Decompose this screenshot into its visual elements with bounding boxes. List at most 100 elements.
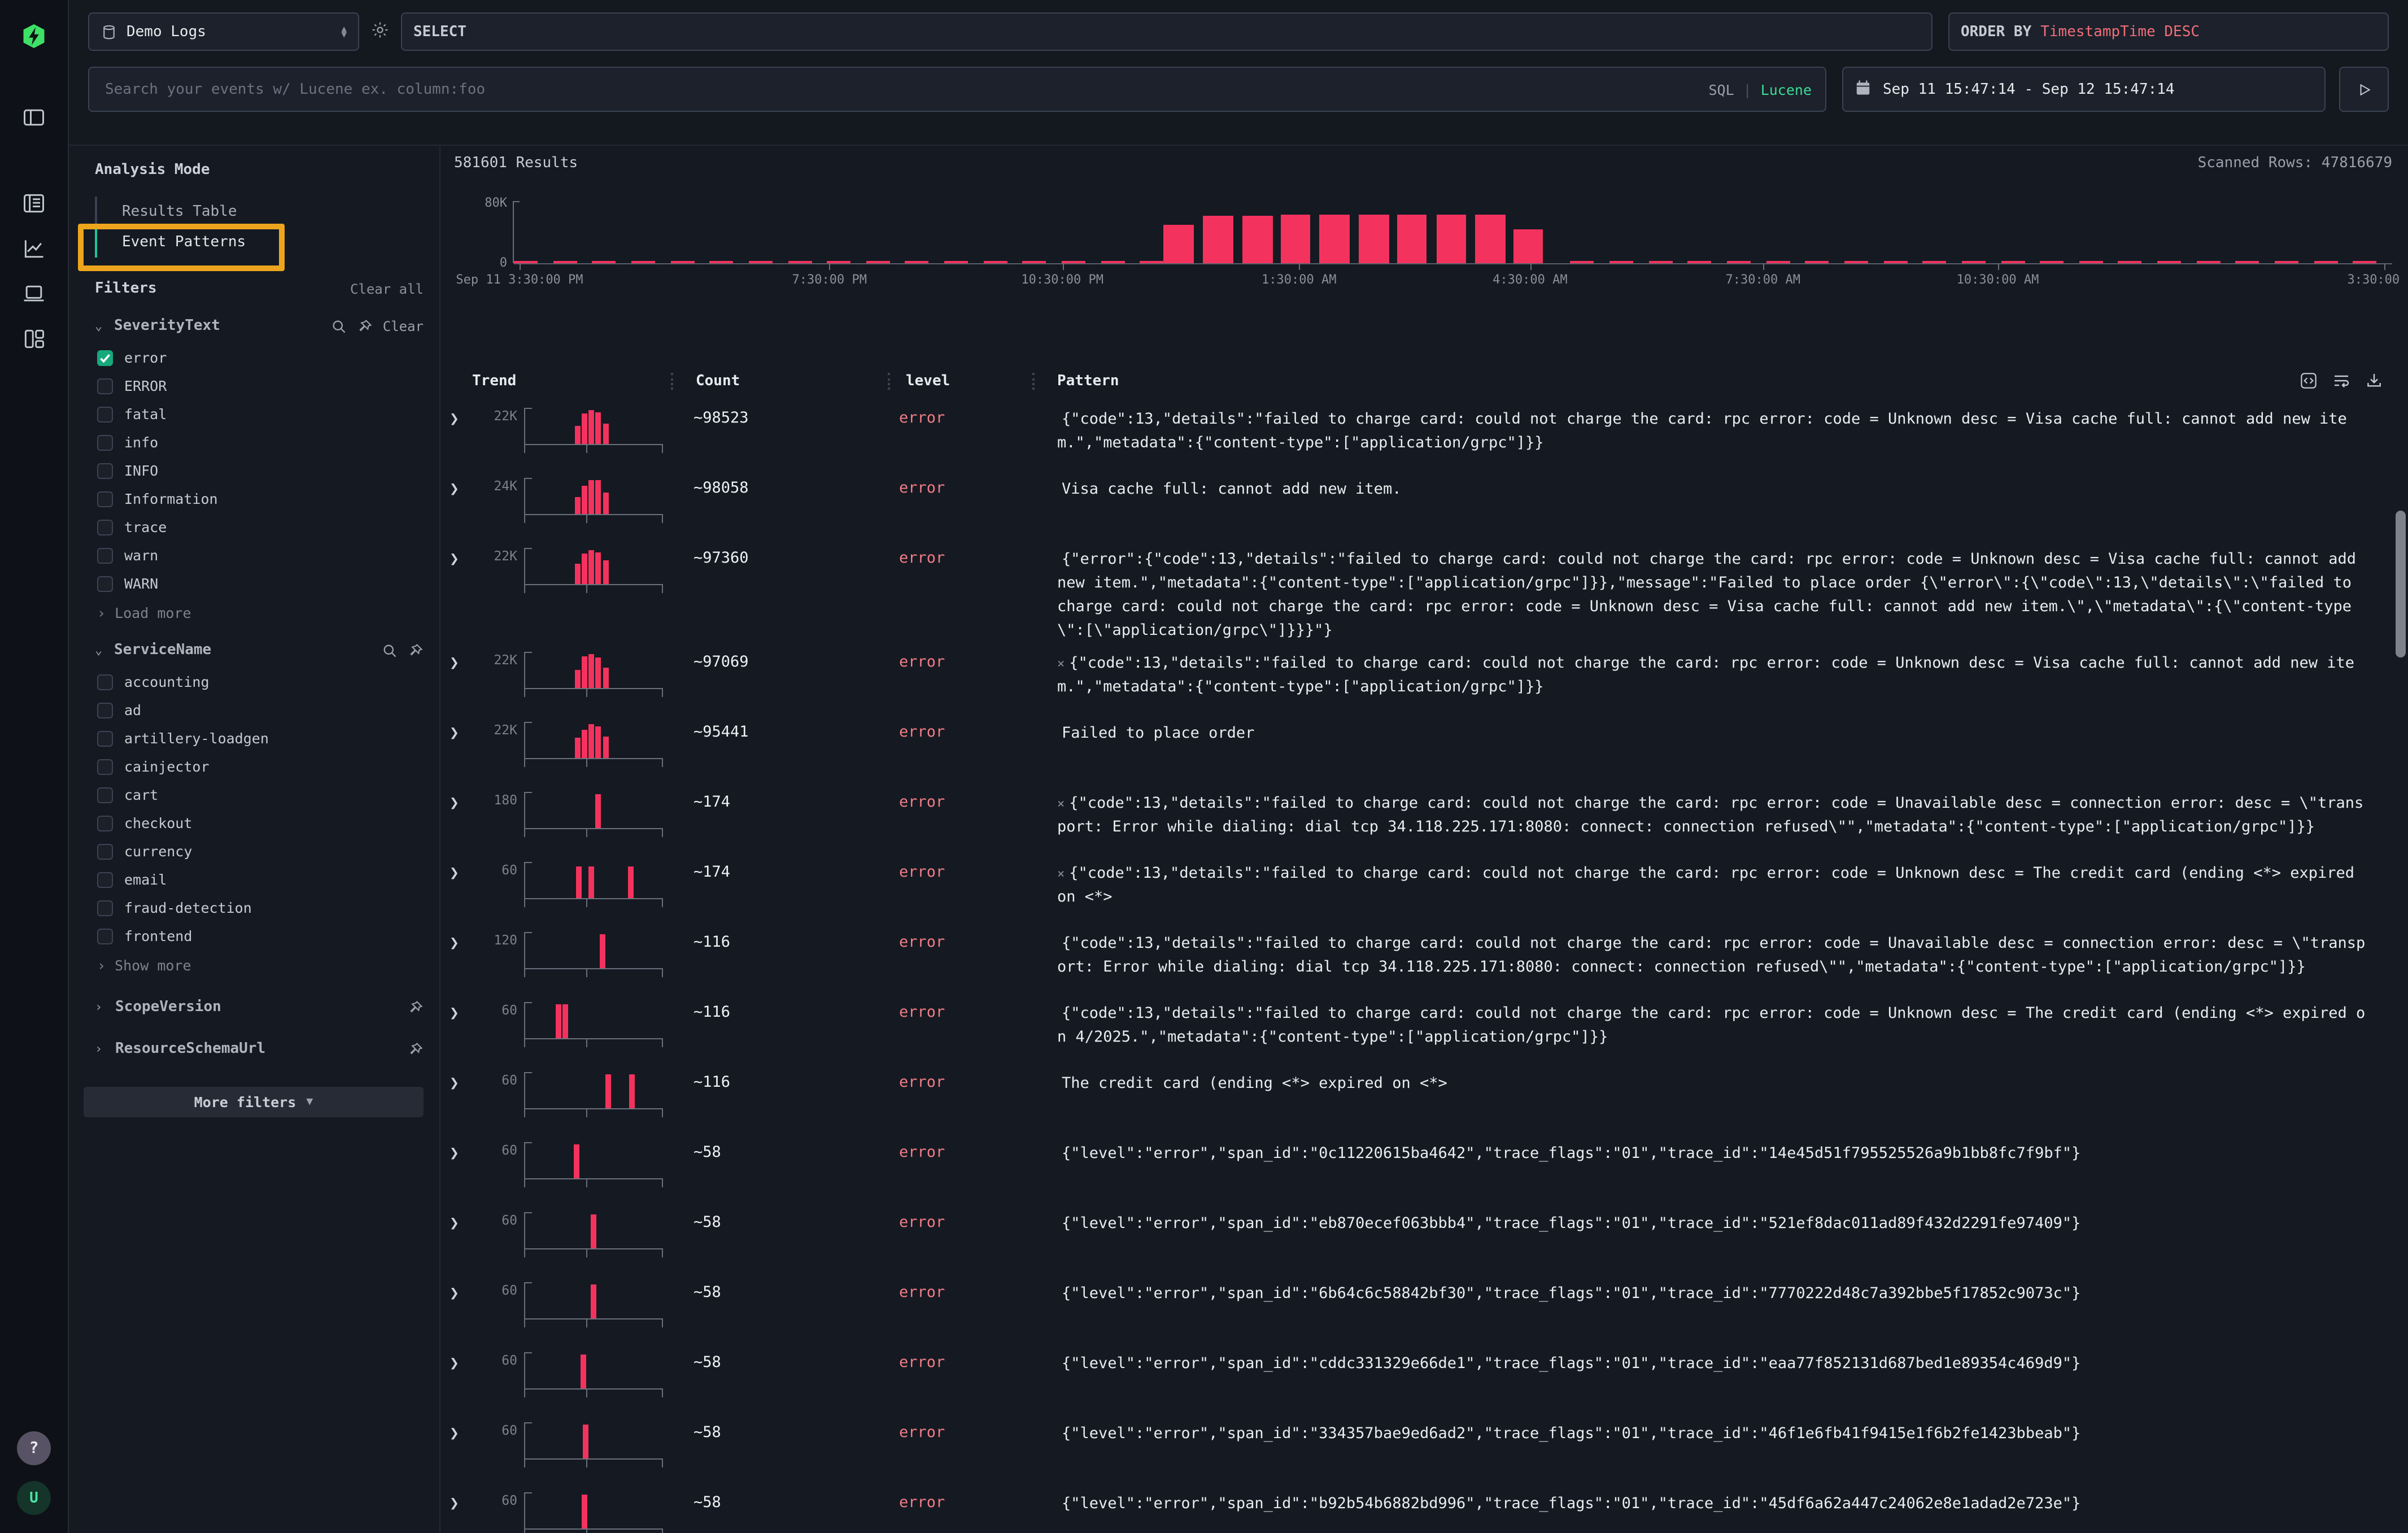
histogram-bar[interactable] [1164, 225, 1194, 263]
pin-icon[interactable] [408, 1041, 424, 1057]
filter-option[interactable]: email [95, 865, 439, 894]
histogram-bar[interactable] [1320, 215, 1350, 263]
search-logs-icon[interactable] [19, 189, 49, 218]
table-row[interactable]: ❯ 60 ~58 error {"level":"error","span_id… [440, 1343, 2408, 1413]
checkbox[interactable] [97, 434, 113, 450]
clear-severity-button[interactable]: Clear [383, 318, 424, 334]
run-query-button[interactable] [2339, 67, 2389, 112]
checkbox[interactable] [97, 787, 113, 803]
table-row[interactable]: ❯ 24K ~98058 error Visa cache full: cann… [440, 469, 2408, 539]
app-logo-icon[interactable] [14, 15, 54, 58]
checkbox[interactable] [97, 872, 113, 887]
checkbox[interactable] [97, 759, 113, 774]
filter-option[interactable]: Information [95, 485, 439, 513]
table-row[interactable]: ❯ 60 ~58 error {"level":"error","span_id… [440, 1273, 2408, 1343]
pattern-text[interactable]: ×{"code":13,"details":"failed to charge … [1057, 790, 2408, 853]
filter-option[interactable]: artillery-loadgen [95, 724, 439, 752]
pattern-text[interactable]: {"error":{"code":13,"details":"failed to… [1057, 546, 2408, 643]
table-row[interactable]: ❯ 180 ~174 error ×{"code":13,"details":"… [440, 783, 2408, 853]
pattern-text[interactable]: {"code":13,"details":"failed to charge c… [1057, 406, 2408, 469]
filter-option[interactable]: frontend [95, 922, 439, 950]
expand-row-chevron-icon[interactable]: ❯ [450, 1210, 477, 1273]
checkbox[interactable] [97, 900, 113, 916]
results-histogram[interactable]: 80K 0 Sep 11 3:30:00 PM7:30:00 PM10:30:0… [440, 186, 2408, 295]
filter-option[interactable]: checkout [95, 809, 439, 837]
lucene-mode-button[interactable]: Lucene [1761, 81, 1812, 98]
clear-all-button[interactable]: Clear all [350, 281, 424, 297]
histogram-bar[interactable] [1397, 215, 1427, 263]
checkbox[interactable] [97, 576, 113, 591]
chart-explorer-icon[interactable] [19, 234, 49, 263]
checkbox[interactable] [97, 519, 113, 535]
expand-row-chevron-icon[interactable]: ❯ [450, 406, 477, 469]
pattern-text[interactable]: {"code":13,"details":"failed to charge c… [1057, 1000, 2408, 1063]
checkbox[interactable] [97, 491, 113, 507]
checkbox[interactable] [97, 702, 113, 718]
histogram-bar[interactable] [1242, 216, 1272, 263]
table-row[interactable]: ❯ 120 ~116 error {"code":13,"details":"f… [440, 923, 2408, 993]
chevron-down-icon[interactable]: ⌄ [95, 643, 106, 657]
table-row[interactable]: ❯ 60 ~58 error {"level":"error","span_id… [440, 1483, 2408, 1533]
chevron-right-icon[interactable]: › [95, 1042, 106, 1056]
gear-icon[interactable] [370, 20, 390, 43]
expand-row-chevron-icon[interactable]: ❯ [450, 476, 477, 539]
time-range-picker[interactable]: Sep 11 15:47:14 - Sep 12 15:47:14 [1842, 67, 2326, 112]
user-avatar[interactable]: U [17, 1481, 51, 1515]
checkbox[interactable] [97, 350, 113, 365]
checkbox[interactable] [97, 378, 113, 394]
histogram-bar[interactable] [1203, 216, 1233, 263]
checkbox[interactable] [97, 815, 113, 831]
scrollbar-thumb[interactable] [2396, 511, 2406, 657]
filter-option[interactable]: ad [95, 696, 439, 724]
filter-option[interactable]: fatal [95, 400, 439, 428]
pattern-text[interactable]: ×{"code":13,"details":"failed to charge … [1057, 860, 2408, 923]
checkbox[interactable] [97, 463, 113, 478]
source-select[interactable]: Demo Logs ▲▼ [88, 12, 359, 51]
search-icon[interactable] [382, 642, 398, 658]
expand-row-chevron-icon[interactable]: ❯ [450, 650, 477, 713]
expand-row-chevron-icon[interactable]: ❯ [450, 1350, 477, 1413]
histogram-bar[interactable] [1280, 215, 1310, 263]
view-code-icon[interactable] [2300, 372, 2318, 390]
filter-option[interactable]: cart [95, 781, 439, 809]
pattern-text[interactable]: {"code":13,"details":"failed to charge c… [1057, 930, 2408, 993]
filter-option[interactable]: info [95, 428, 439, 456]
checkbox[interactable] [97, 674, 113, 690]
chevron-right-icon[interactable]: › [95, 1000, 106, 1014]
pattern-text[interactable]: The credit card (ending <*> expired on <… [1057, 1070, 2408, 1133]
filter-option[interactable]: trace [95, 513, 439, 541]
checkbox[interactable] [97, 928, 113, 944]
table-row[interactable]: ❯ 22K ~97360 error {"error":{"code":13,"… [440, 539, 2408, 643]
chevron-down-icon[interactable]: ⌄ [95, 319, 106, 333]
table-row[interactable]: ❯ 22K ~97069 error ×{"code":13,"details"… [440, 643, 2408, 713]
sql-mode-button[interactable]: SQL [1708, 81, 1734, 98]
dashboards-icon[interactable] [19, 324, 49, 354]
expand-row-chevron-icon[interactable]: ❯ [450, 930, 477, 993]
histogram-bar[interactable] [1476, 215, 1506, 263]
expand-row-chevron-icon[interactable]: ❯ [450, 1140, 477, 1203]
checkbox[interactable] [97, 730, 113, 746]
pattern-text[interactable]: {"level":"error","span_id":"b92b54b6882b… [1057, 1490, 2408, 1533]
table-row[interactable]: ❯ 22K ~95441 error Failed to place order [440, 713, 2408, 783]
group-name-severitytext[interactable]: SeverityText [114, 317, 220, 334]
table-row[interactable]: ❯ 60 ~58 error {"level":"error","span_id… [440, 1413, 2408, 1483]
histogram-bar[interactable] [1513, 230, 1543, 263]
search-icon[interactable] [331, 318, 347, 334]
more-filters-button[interactable]: More filters ▼ [84, 1087, 424, 1117]
pattern-text[interactable]: ×{"code":13,"details":"failed to charge … [1057, 650, 2408, 713]
pattern-text[interactable]: {"level":"error","span_id":"cddc331329e6… [1057, 1350, 2408, 1413]
table-row[interactable]: ❯ 60 ~116 error {"code":13,"details":"fa… [440, 993, 2408, 1063]
sessions-icon[interactable] [19, 279, 49, 308]
show-more-button[interactable]: › Show more [95, 957, 439, 974]
column-count[interactable]: Count [673, 367, 888, 394]
expand-row-chevron-icon[interactable]: ❯ [450, 860, 477, 923]
filter-option[interactable]: cainjector [95, 752, 439, 781]
search-input[interactable] [103, 80, 1708, 99]
column-pattern[interactable]: Pattern [1035, 367, 2300, 394]
pin-icon[interactable] [357, 318, 373, 334]
pattern-text[interactable]: {"level":"error","span_id":"eb870ecef063… [1057, 1210, 2408, 1273]
expand-row-chevron-icon[interactable]: ❯ [450, 1000, 477, 1063]
help-button[interactable]: ? [17, 1431, 51, 1465]
table-row[interactable]: ❯ 60 ~116 error The credit card (ending … [440, 1063, 2408, 1133]
expand-row-chevron-icon[interactable]: ❯ [450, 1280, 477, 1343]
